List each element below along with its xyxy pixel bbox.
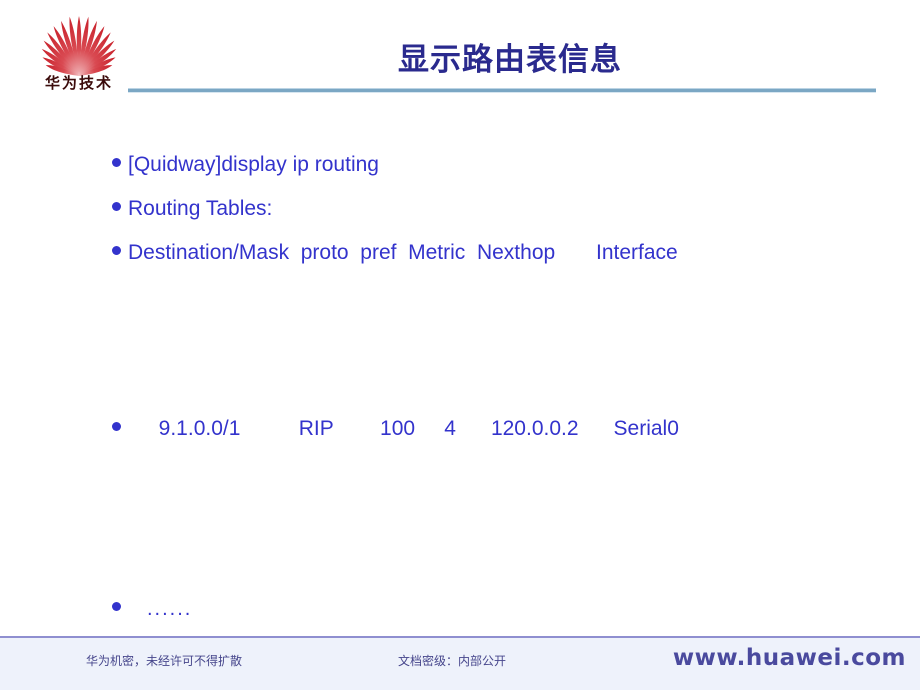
slide-header: 华为技术 显示路由表信息 bbox=[0, 0, 920, 104]
routing-tables-label: Routing Tables: bbox=[128, 197, 273, 220]
footer-divider bbox=[0, 636, 920, 638]
bullet-item-table-header: Destination/Mask proto pref Metric Nexth… bbox=[112, 240, 678, 266]
bullet-dot-icon bbox=[112, 202, 121, 211]
bullet-dot-icon bbox=[112, 422, 121, 431]
footer-website-url: www.huawei.com bbox=[672, 645, 906, 671]
huawei-fan-logo-icon bbox=[41, 16, 117, 76]
route-table-data-row: 9.1.0.0/1 RIP 100 4 120.0.0.2 Serial0 bbox=[147, 417, 679, 440]
bullet-dot-icon bbox=[112, 158, 121, 167]
slide-canvas: 华为技术 显示路由表信息 [Quidway]display ip routing… bbox=[0, 0, 920, 690]
bullet-item-route-entry: 9.1.0.0/1 RIP 100 4 120.0.0.2 Serial0 bbox=[112, 416, 679, 442]
footer-confidential-notice: 华为机密，未经许可不得扩散 bbox=[86, 654, 243, 668]
footer-classification: 文档密级：内部公开 bbox=[398, 654, 507, 668]
bullet-item-command: [Quidway]display ip routing bbox=[112, 152, 379, 178]
huawei-logo: 华为技术 bbox=[23, 14, 135, 102]
bullet-item-continuation: ...... bbox=[112, 596, 192, 622]
command-line-text: [Quidway]display ip routing bbox=[128, 153, 379, 176]
bullet-dot-icon bbox=[112, 602, 121, 611]
page-title: 显示路由表信息 bbox=[398, 42, 622, 78]
title-divider bbox=[128, 88, 876, 93]
slide-body: [Quidway]display ip routing Routing Tabl… bbox=[0, 104, 920, 636]
bullet-dot-icon bbox=[112, 246, 121, 255]
huawei-wordmark: 华为技术 bbox=[44, 74, 113, 92]
continuation-ellipsis: ...... bbox=[147, 598, 193, 620]
slide-footer: 华为机密，未经许可不得扩散 文档密级：内部公开 www.huawei.com bbox=[0, 636, 920, 690]
bullet-item-routing-tables: Routing Tables: bbox=[112, 196, 272, 222]
route-table-header-row: Destination/Mask proto pref Metric Nexth… bbox=[128, 241, 678, 264]
